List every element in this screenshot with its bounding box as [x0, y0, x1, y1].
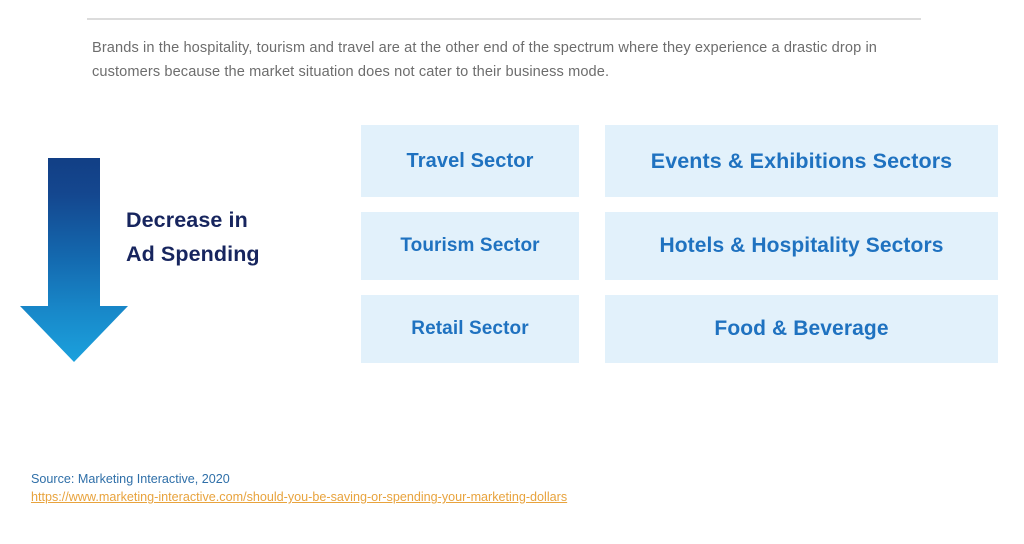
source-attribution: Source: Marketing Interactive, 2020 http… — [31, 470, 567, 506]
sector-box-label: Food & Beverage — [714, 317, 889, 340]
sector-box-hotels-hospitality[interactable]: Hotels & Hospitality Sectors — [605, 212, 998, 280]
sector-box-label: Events & Exhibitions Sectors — [650, 148, 953, 173]
source-text: Source: Marketing Interactive, 2020 — [31, 472, 230, 486]
caption-line-1: Decrease in — [126, 208, 248, 232]
sector-box-retail[interactable]: Retail Sector — [361, 295, 579, 363]
top-divider-rule — [87, 18, 921, 20]
sector-box-events-exhibitions[interactable]: Events & Exhibitions Sectors — [605, 125, 998, 197]
sector-box-label: Hotels & Hospitality Sectors — [659, 234, 944, 257]
caption-line-2: Ad Spending — [126, 242, 260, 266]
slide-canvas: Brands in the hospitality, tourism and t… — [0, 0, 1024, 544]
sector-box-label: Retail Sector — [411, 318, 529, 339]
intro-paragraph: Brands in the hospitality, tourism and t… — [92, 40, 878, 80]
sector-box-label: Travel Sector — [406, 149, 534, 172]
source-url-link[interactable]: https://www.marketing-interactive.com/sh… — [31, 488, 567, 506]
sector-box-tourism[interactable]: Tourism Sector — [361, 212, 579, 280]
decrease-caption: Decrease in Ad Spending — [126, 203, 316, 271]
sector-box-label: Tourism Sector — [400, 235, 540, 256]
decrease-callout: Decrease in Ad Spending — [16, 158, 316, 368]
sector-box-travel[interactable]: Travel Sector — [361, 125, 579, 197]
sector-box-food-beverage[interactable]: Food & Beverage — [605, 295, 998, 363]
